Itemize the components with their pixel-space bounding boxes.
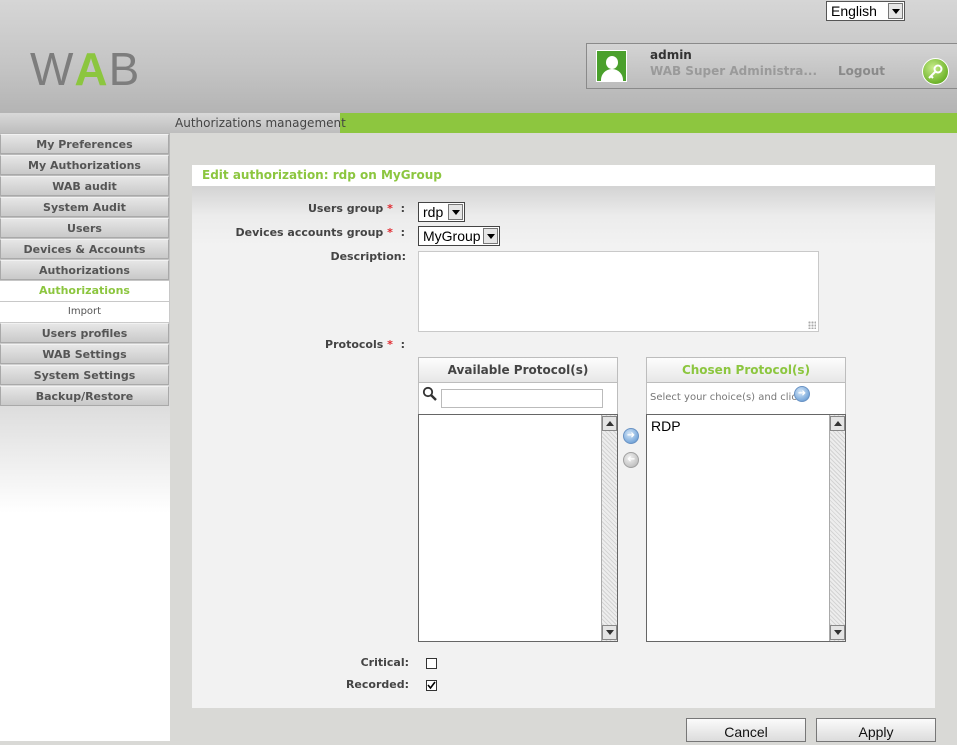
sidebar: My Preferences My Authorizations WAB aud… <box>0 133 170 741</box>
scroll-down-icon[interactable] <box>602 625 617 640</box>
scrollbar[interactable] <box>829 415 845 641</box>
add-protocol-button[interactable]: ➜ <box>623 428 639 444</box>
sidebar-item-backup-restore[interactable]: Backup/Restore <box>0 386 169 406</box>
scroll-down-icon[interactable] <box>830 625 845 640</box>
sidebar-item-authorizations[interactable]: Authorizations <box>0 260 169 280</box>
list-item[interactable]: RDP <box>651 418 681 434</box>
panel-title: Edit authorization: rdp on MyGroup <box>202 168 442 182</box>
chevron-down-icon[interactable] <box>483 228 498 244</box>
resize-handle[interactable] <box>808 321 816 329</box>
checkmark-icon <box>427 681 436 690</box>
user-role: WAB Super Administra... <box>650 64 818 78</box>
sidebar-subitem-import[interactable]: Import <box>0 302 169 322</box>
users-group-value: rdp <box>423 204 444 220</box>
recorded-checkbox[interactable] <box>426 680 437 691</box>
logo: WAB <box>30 42 140 96</box>
key-icon[interactable] <box>922 58 949 85</box>
sidebar-item-wab-audit[interactable]: WAB audit <box>0 176 169 196</box>
sidebar-item-authorizations-management[interactable]: Authorizations Management <box>0 281 169 316</box>
apply-button[interactable]: Apply <box>816 718 936 742</box>
chosen-hint-row: Select your choice(s) and click ➜ <box>646 383 846 415</box>
recorded-label: Recorded: <box>345 678 409 691</box>
sidebar-item-my-authorizations[interactable]: My Authorizations <box>0 155 169 175</box>
title-bar-accent <box>340 113 957 133</box>
scrollbar[interactable] <box>601 415 617 641</box>
language-select[interactable]: English <box>826 1 905 21</box>
users-group-label: Users group * : <box>308 202 405 215</box>
logo-letter: W <box>30 43 75 95</box>
logout-link[interactable]: Logout <box>838 64 885 78</box>
arrow-left-icon: ➜ <box>626 454 636 465</box>
protocol-search-input[interactable] <box>441 389 603 408</box>
sidebar-item-wab-settings[interactable]: WAB Settings <box>0 344 169 364</box>
users-group-select[interactable]: rdp <box>418 202 465 222</box>
sidebar-item-devices-accounts[interactable]: Devices & Accounts <box>0 239 169 259</box>
chosen-protocols-list[interactable]: RDP <box>646 414 846 642</box>
sidebar-item-my-preferences[interactable]: My Preferences <box>0 134 169 154</box>
critical-checkbox[interactable] <box>426 658 437 669</box>
page-title: Authorizations management <box>175 116 346 130</box>
sidebar-item-system-settings[interactable]: System Settings <box>0 365 169 385</box>
sidebar-item-users[interactable]: Users <box>0 218 169 238</box>
devices-accounts-group-value: MyGroup <box>423 228 481 244</box>
description-label: Description: <box>330 250 406 263</box>
available-protocols-list[interactable] <box>418 414 618 642</box>
protocols-label: Protocols * : <box>325 338 405 351</box>
chosen-hint: Select your choice(s) and click <box>650 392 803 403</box>
remove-protocol-button[interactable]: ➜ <box>623 452 639 468</box>
user-name: admin <box>650 48 692 62</box>
available-filter-row <box>418 383 618 415</box>
scroll-up-icon[interactable] <box>830 416 845 431</box>
devices-accounts-group-select[interactable]: MyGroup <box>418 226 500 246</box>
language-select-value: English <box>831 3 877 19</box>
scroll-up-icon[interactable] <box>602 416 617 431</box>
chevron-down-icon[interactable] <box>448 204 463 220</box>
available-protocols-header: Available Protocol(s) <box>418 357 618 383</box>
description-textarea[interactable] <box>418 251 819 332</box>
cancel-button[interactable]: Cancel <box>686 718 806 742</box>
critical-label: Critical: <box>360 656 409 669</box>
logo-accent: A <box>74 43 109 95</box>
chevron-down-icon[interactable] <box>888 3 903 19</box>
chosen-protocols-header: Chosen Protocol(s) <box>646 357 846 383</box>
sidebar-item-system-audit[interactable]: System Audit <box>0 197 169 217</box>
search-icon <box>422 386 438 405</box>
logo-letter: B <box>108 43 141 95</box>
add-hint-icon: ➜ <box>794 386 810 402</box>
avatar <box>596 50 627 82</box>
devices-accounts-group-label: Devices accounts group * : <box>235 226 405 239</box>
sidebar-item-users-profiles[interactable]: Users profiles <box>0 323 169 343</box>
arrow-right-icon: ➜ <box>626 430 636 441</box>
